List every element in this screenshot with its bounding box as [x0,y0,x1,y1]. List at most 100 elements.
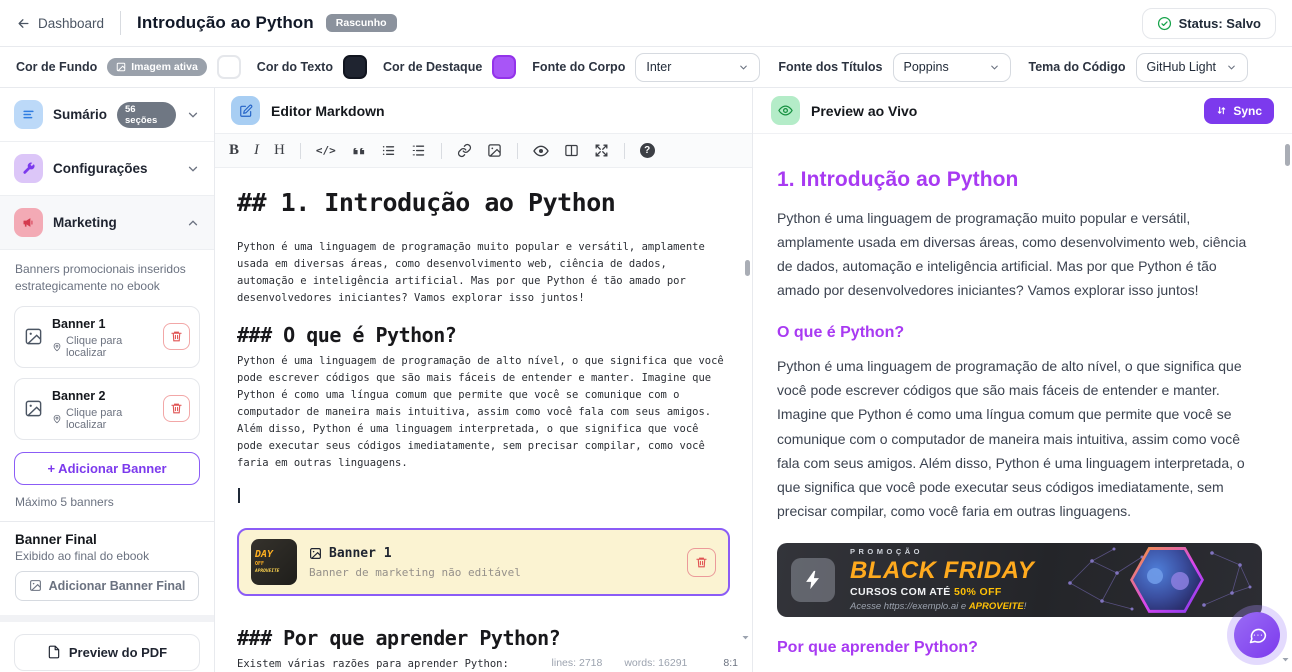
markdown-h1: ## 1. Introdução ao Python [237,188,730,217]
lines-count: lines: 2718 [552,657,603,669]
text-color-swatch[interactable] [343,55,367,79]
chevron-down-icon [186,108,200,122]
marketing-label: Marketing [53,215,117,230]
preview-title: Preview ao Vivo [811,103,917,119]
chevron-down-icon [989,62,1000,73]
preview-scrollbar-thumb[interactable] [1285,144,1290,166]
pdf-file-icon [47,645,61,659]
preview-toggle-button[interactable] [533,143,549,159]
chevron-down-icon [738,62,749,73]
code-button[interactable]: </> [316,144,336,157]
toolbar-separator [624,143,625,159]
background-color-label: Cor de Fundo [16,60,97,74]
max-banners-note: Máximo 5 banners [15,495,199,509]
help-button[interactable]: ? [640,143,655,158]
body-font-select[interactable]: Inter [635,53,760,82]
markdown-textarea[interactable]: ## 1. Introdução ao Python Python é uma … [215,168,752,672]
fullscreen-button[interactable] [594,143,609,158]
scroll-down-arrow-icon[interactable] [1281,655,1290,664]
trash-icon [170,330,183,343]
arrow-left-icon [16,16,31,31]
preview-paragraph: Python é uma linguagem de programação mu… [777,206,1262,302]
map-pin-icon [52,342,62,352]
sync-button[interactable]: Sync [1204,98,1274,124]
markdown-h2: ### Por que aprender Python? [237,626,730,650]
draft-status-badge: Rascunho [326,14,397,32]
side-by-side-button[interactable] [564,143,579,158]
image-icon [116,62,126,72]
promo-subtitle: CURSOS COM ATÉ 50% OFF [850,586,1034,598]
delete-banner-widget-button[interactable] [687,548,716,577]
final-banner-section: Banner Final Exibido ao final do ebook A… [0,522,214,601]
marketing-description: Banners promocionais inseridos estrategi… [0,250,214,296]
scroll-down-arrow-icon[interactable] [741,633,750,642]
preview-content: 1. Introdução ao Python Python é uma lin… [753,134,1292,672]
insert-image-button[interactable] [487,143,502,158]
banner-widget-note: Banner de marketing não editável [309,566,521,579]
sync-arrows-icon [1216,105,1227,116]
banner-1-card[interactable]: Banner 1 Clique para localizar [14,306,200,368]
banner-locate-hint[interactable]: Clique para localizar [52,407,154,431]
image-icon [24,399,43,418]
preview-h2: O que é Python? [777,324,1262,342]
body-font-label: Fonte do Corpo [532,60,625,74]
preview-pdf-button[interactable]: Preview do PDF [14,634,200,671]
ordered-list-button[interactable] [411,143,426,158]
bold-button[interactable]: B [229,142,239,159]
markdown-toolbar: B I H </> [215,134,752,168]
sidebar-item-marketing[interactable]: Marketing [0,196,214,250]
delete-banner-button[interactable] [163,395,190,422]
promo-kicker: PROMOÇÃO [850,547,1034,556]
trash-icon [170,402,183,415]
italic-button[interactable]: I [254,142,259,159]
words-count: words: 16291 [624,657,687,669]
accent-color-label: Cor de Destaque [383,60,482,74]
editor-scrollbar-thumb[interactable] [745,260,750,276]
preview-h2: Por que aprender Python? [777,639,1262,657]
title-font-select[interactable]: Poppins [893,53,1011,82]
black-friday-promo-banner: PROMOÇÃO BLACK FRIDAY CURSOS COM ATÉ 50%… [777,543,1262,617]
back-to-dashboard-link[interactable]: Dashboard [16,16,104,31]
sections-count-badge: 56 seções [117,102,176,128]
chat-support-button[interactable] [1234,612,1280,658]
add-banner-button[interactable]: + Adicionar Banner [14,452,200,485]
preview-paragraph: Python é uma linguagem de programação de… [777,354,1262,523]
bullet-list-button[interactable] [381,143,396,158]
final-banner-title: Banner Final [15,532,199,547]
markdown-h2: ### O que é Python? [237,323,730,347]
accent-color-swatch[interactable] [492,55,516,79]
banner-2-card[interactable]: Banner 2 Clique para localizar [14,378,200,440]
heading-button[interactable]: H [274,142,285,159]
code-theme-label: Tema do Código [1029,60,1126,74]
text-color-label: Cor do Texto [257,60,333,74]
add-final-banner-button[interactable]: Adicionar Banner Final [15,571,199,601]
live-preview-panel: Preview ao Vivo Sync 1. Introdução ao Py… [753,88,1292,672]
background-image-active-badge[interactable]: Imagem ativa [107,58,207,76]
edit-pencil-icon [231,96,260,125]
banner-name: Banner 2 [52,389,106,403]
code-theme-select[interactable]: GitHub Light [1136,53,1248,82]
preview-header: Preview ao Vivo Sync [753,88,1292,134]
lightning-bolt-icon [791,558,835,602]
sidebar-item-configuracoes[interactable]: Configurações [0,142,214,196]
text-cursor [238,488,240,503]
save-status-label: Status: Salvo [1179,16,1261,31]
delete-banner-button[interactable] [163,323,190,350]
header-divider [120,11,121,35]
blockquote-button[interactable] [351,143,366,158]
link-button[interactable] [457,143,472,158]
sidebar-item-sumario[interactable]: Sumário 56 seções [0,88,214,142]
editor-header: Editor Markdown [215,88,752,134]
chat-bubble-icon [1247,625,1268,646]
markdown-paragraph: Python é uma linguagem de programação de… [237,353,730,472]
eye-icon [771,96,800,125]
sidebar: Sumário 56 seções Configurações Marketin… [0,88,215,672]
banner-locate-hint[interactable]: Clique para localizar [52,335,154,359]
save-status-button[interactable]: Status: Salvo [1142,8,1276,39]
configuracoes-label: Configurações [53,161,148,176]
style-settings-toolbar: Cor de Fundo Imagem ativa Cor do Texto C… [0,47,1292,88]
banner-1-widget[interactable]: DAY OFF APROVEITE Banner 1 Banner de mar… [237,528,730,596]
map-pin-icon [52,414,62,424]
background-color-swatch[interactable] [217,55,241,79]
promo-title: BLACK FRIDAY [850,558,1034,583]
